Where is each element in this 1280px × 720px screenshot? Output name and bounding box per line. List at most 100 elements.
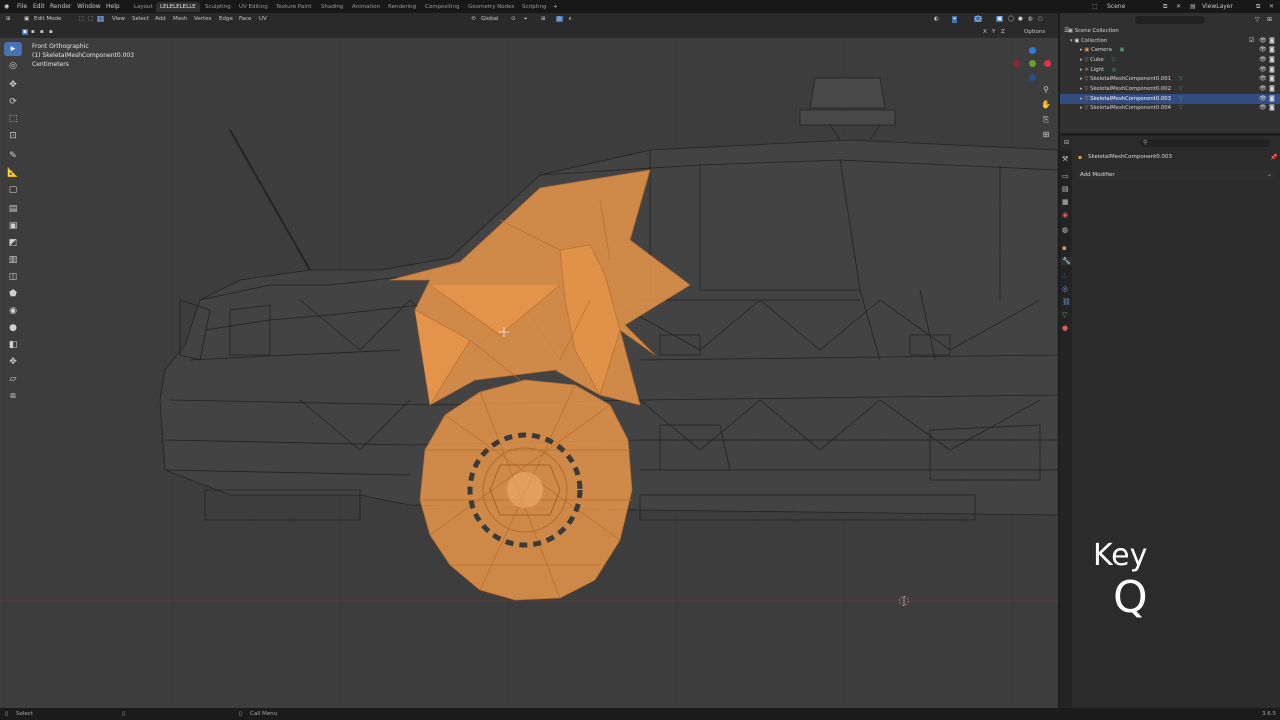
knife-tool-icon[interactable]: ◫ [4,270,22,284]
gizmo-z-axis[interactable] [1029,47,1036,54]
mode-selector[interactable]: Edit Mode [34,16,61,22]
select-box-tool-icon[interactable]: ▸ [4,42,22,56]
menu-face[interactable]: Face [239,16,251,22]
editor-type-icon[interactable]: ⊞ [6,16,11,22]
light-data-icon[interactable]: ◎ [1112,67,1117,73]
menu-window[interactable]: Window [77,3,101,10]
mesh-data-icon[interactable]: ▽ [1179,86,1183,92]
menu-select[interactable]: Select [132,16,149,22]
select-mode-new-icon[interactable]: ▪ [22,29,28,35]
mesh-001-render-icon[interactable]: ◙ [1269,74,1275,84]
menu-edit[interactable]: Edit [33,3,45,10]
options-dropdown[interactable]: Options [1024,29,1045,35]
properties-search-field[interactable]: ⚲ [1140,139,1270,147]
outliner-item-camera[interactable]: ▸ ▣ Camera ▣ 👁 ◙ [1060,45,1280,55]
rotate-tool-icon[interactable]: ⟳ [4,95,22,109]
expand-triangle-icon[interactable]: ▸ [1080,86,1083,92]
select-mode-invert-icon[interactable]: ▪ [49,29,53,35]
shrink-fatten-tool-icon[interactable]: ✥ [4,355,22,369]
mesh-data-icon[interactable]: ▽ [1112,57,1116,63]
pin-icon[interactable]: 📌 [1270,154,1277,161]
world-tab-icon[interactable]: ◍ [1062,226,1068,234]
tab-compositing[interactable]: Compositing [421,2,463,12]
mesh-004-eye-icon[interactable]: 👁 [1259,103,1267,113]
new-view-layer-icon[interactable]: ⧉ [1256,3,1260,11]
mesh-data-icon[interactable]: ▽ [1179,105,1183,111]
mirror-axis-z[interactable]: Z [1001,29,1005,35]
vertex-select-icon[interactable]: ⬚ [79,16,84,22]
outliner-search-field[interactable] [1135,16,1205,24]
expand-triangle-icon[interactable]: ▸ [1080,67,1083,73]
material-tab-icon[interactable]: ● [1062,324,1068,332]
select-mode-subtract-icon[interactable]: ▪ [40,29,44,35]
mesh-data-icon[interactable]: ▽ [1179,76,1183,82]
move-tool-icon[interactable]: ✥ [4,78,22,92]
camera-view-icon[interactable]: ⎘ [1040,114,1052,126]
tab-layout[interactable]: Layout [130,2,157,12]
menu-edge[interactable]: Edge [219,16,233,22]
pan-hand-icon[interactable]: ✋ [1040,99,1052,111]
falloff-icon[interactable]: ∧ [568,16,572,22]
overlay-toggle-icon[interactable]: ◯ [974,16,983,22]
outliner-scene-collection[interactable]: ▣ Scene Collection [1060,26,1280,36]
view-layer-icon[interactable]: ▤ [1190,3,1196,10]
menu-add[interactable]: Add [155,16,166,22]
particles-tab-icon[interactable]: ∴ [1062,272,1066,280]
menu-vertex[interactable]: Vertex [194,16,212,22]
expand-triangle-icon[interactable]: ▸ [1080,105,1083,111]
rip-tool-icon[interactable]: ⧈ [4,389,22,403]
face-select-icon[interactable]: ⬚ [97,16,105,22]
bevel-tool-icon[interactable]: ◩ [4,236,22,250]
transform-tool-icon[interactable]: ⊡ [4,129,22,143]
mesh-002-eye-icon[interactable]: 👁 [1259,84,1267,94]
cursor-tool-icon[interactable]: ◎ [4,59,22,73]
new-collection-icon[interactable]: ⊞ [1267,16,1272,23]
mesh-data-icon[interactable]: ▽ [1179,96,1183,102]
select-mode-extend-icon[interactable]: ▪ [31,29,35,35]
menu-render[interactable]: Render [50,3,71,10]
camera-render-icon[interactable]: ◙ [1269,45,1275,55]
tab-shading[interactable]: Shading [317,2,347,12]
smooth-tool-icon[interactable]: ● [4,321,22,335]
mesh-001-eye-icon[interactable]: 👁 [1259,74,1267,84]
pivot-icon[interactable]: ⊙ [511,16,516,22]
ortho-grid-icon[interactable]: ⊞ [1040,129,1052,141]
camera-eye-icon[interactable]: 👁 [1259,45,1267,55]
output-tab-icon[interactable]: ▤ [1062,185,1069,193]
shading-solid-icon[interactable]: ● [1018,16,1023,22]
scene-selector[interactable]: Scene [1107,3,1125,10]
outliner-item-cube[interactable]: ▸ ▽ Cube ▽ 👁 ◙ [1060,55,1280,65]
menu-view[interactable]: View [112,16,125,22]
edge-slide-tool-icon[interactable]: ◧ [4,338,22,352]
outliner-item-mesh-004[interactable]: ▸ ▽ SkeletalMeshComponent0.004 ▽ 👁 ◙ [1060,103,1280,113]
expand-triangle-icon[interactable]: ▾ [1070,38,1073,44]
mirror-axis-y[interactable]: Y [992,29,995,35]
loop-cut-tool-icon[interactable]: ▥ [4,253,22,267]
edge-select-icon[interactable]: ⬚ [88,16,93,22]
tab-rendering[interactable]: Rendering [384,2,420,12]
gizmo-y-axis[interactable] [1029,60,1036,67]
menu-file[interactable]: File [17,3,27,10]
add-cube-tool-icon[interactable]: ▢ [4,183,22,197]
measure-tool-icon[interactable]: 📐 [4,166,22,180]
add-modifier-button[interactable]: Add Modifier ⌄ [1076,170,1276,180]
menu-uv[interactable]: UV [259,16,267,22]
tab-texture-paint[interactable]: Texture Paint [272,2,316,12]
outliner-item-mesh-001[interactable]: ▸ ▽ SkeletalMeshComponent0.001 ▽ 👁 ◙ [1060,74,1280,84]
shading-material-icon[interactable]: ◍ [1028,16,1033,22]
gizmo-neg-x-axis[interactable] [1013,60,1020,67]
navigation-gizmo[interactable] [1010,44,1058,89]
delete-view-layer-icon[interactable]: ✕ [1269,3,1274,10]
scale-tool-icon[interactable]: ⬚ [4,112,22,126]
expand-triangle-icon[interactable]: ▸ [1080,57,1083,63]
inset-tool-icon[interactable]: ▣ [4,219,22,233]
tool-tab-icon[interactable]: ⚒ [1062,155,1068,163]
expand-triangle-icon[interactable]: ▸ [1080,96,1083,102]
properties-editor-icon[interactable]: ⊟ [1064,139,1069,146]
3d-viewport[interactable]: ⚲ ✋ ⎘ ⊞ [0,38,1058,708]
outliner-item-mesh-002[interactable]: ▸ ▽ SkeletalMeshComponent0.002 ▽ 👁 ◙ [1060,84,1280,94]
delete-scene-icon[interactable]: ✕ [1176,3,1181,10]
scene-tab-icon[interactable]: ◉ [1062,211,1068,219]
expand-triangle-icon[interactable]: ▸ [1080,76,1083,82]
tab-uv-editing[interactable]: UV Editing [235,2,272,12]
